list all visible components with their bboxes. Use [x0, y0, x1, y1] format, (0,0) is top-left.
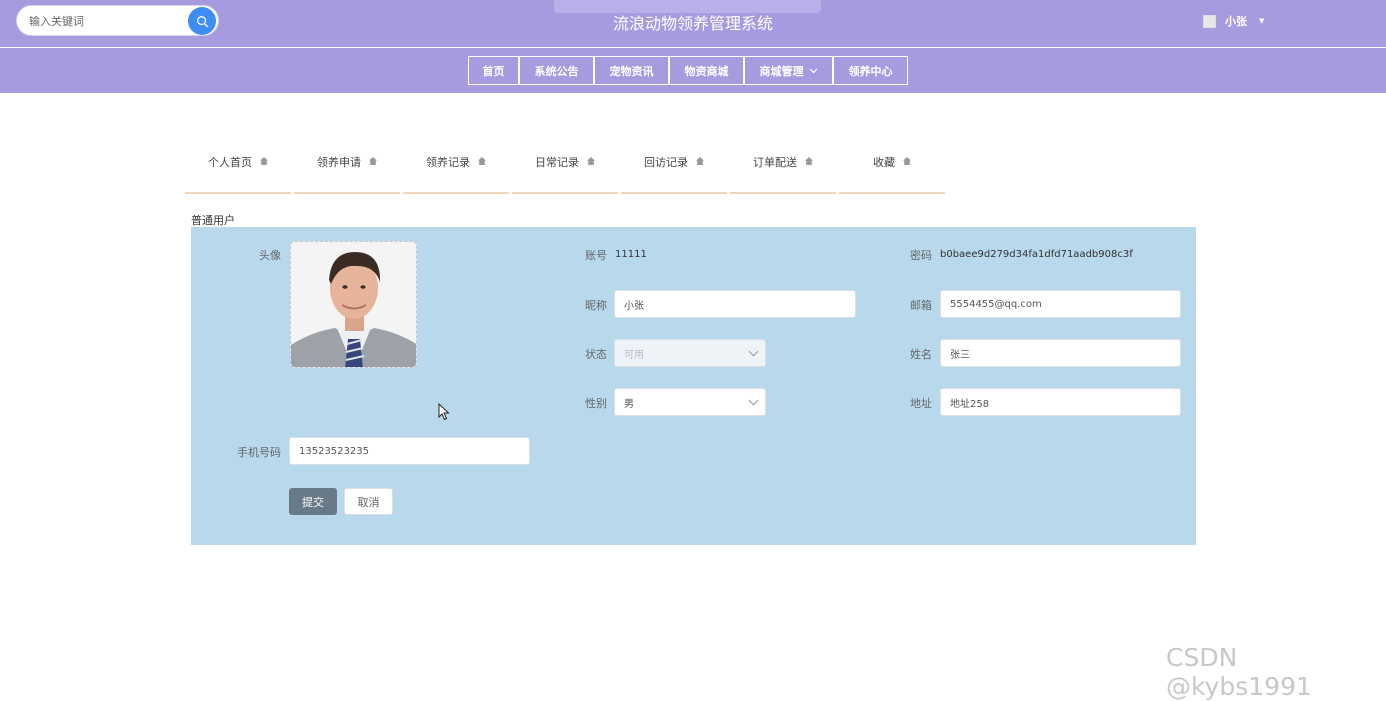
gender-select[interactable]: 男 [614, 388, 766, 416]
search-input[interactable] [29, 13, 189, 29]
status-label: 状态 [585, 348, 607, 361]
tab-personal-home[interactable]: 个人首页 [185, 150, 291, 194]
phone-label: 手机号码 [237, 446, 281, 459]
watermark: CSDN @kybs1991 [1166, 643, 1312, 701]
tab-daily-records[interactable]: 日常记录 [512, 150, 618, 194]
user-menu[interactable]: 小张 ▼ [1203, 12, 1264, 30]
name-label: 姓名 [910, 348, 932, 361]
tab-order-delivery[interactable]: 订单配送 [730, 150, 836, 194]
user-name: 小张 [1225, 15, 1247, 28]
nav-item-adoption-center[interactable]: 领养中心 [833, 56, 908, 85]
user-role-label: 普通用户 [191, 214, 235, 227]
nickname-label: 昵称 [585, 299, 607, 312]
submit-button[interactable]: 提交 [289, 488, 337, 515]
home-icon [903, 157, 911, 165]
account-value: 11111 [615, 249, 647, 260]
home-icon [696, 157, 704, 165]
home-icon [478, 157, 486, 165]
profile-tabs: 个人首页 领养申请 领养记录 日常记录 回访记录 订单配送 收藏 [185, 150, 948, 194]
address-label: 地址 [910, 397, 932, 410]
avatar-photo [291, 242, 416, 367]
nav-item-supplies-mall[interactable]: 物资商城 [669, 56, 744, 85]
tab-favorites[interactable]: 收藏 [839, 150, 945, 194]
nav-item-mall-management[interactable]: 商城管理 [744, 56, 833, 85]
search-button[interactable] [188, 7, 216, 35]
user-avatar [1203, 14, 1216, 28]
top-header: 流浪动物领养管理系统 小张 ▼ [0, 0, 1386, 47]
nickname-input[interactable] [614, 290, 856, 318]
nav-item-pet-news[interactable]: 宠物资讯 [594, 56, 669, 85]
profile-form: 头像 手机号码 提交 取消 账号 11111 昵称 状态 可用 性别 男 密码 [191, 227, 1196, 545]
search-icon [196, 15, 208, 27]
password-value: b0baee9d279d34fa1dfd71aadb908c3f [940, 249, 1133, 260]
avatar-label: 头像 [259, 249, 281, 262]
avatar-upload[interactable] [290, 241, 417, 368]
email-input[interactable] [940, 290, 1181, 318]
home-icon [587, 157, 595, 165]
nav-item-home[interactable]: 首页 [468, 56, 519, 85]
nav-menu: 首页 系统公告 宠物资讯 物资商城 商城管理 领养中心 [468, 56, 908, 85]
account-label: 账号 [585, 249, 607, 262]
main-navbar: 首页 系统公告 宠物资讯 物资商城 商城管理 领养中心 [0, 48, 1386, 93]
chevron-down-icon: ▼ [1259, 17, 1265, 25]
tab-adoption-records[interactable]: 领养记录 [403, 150, 509, 194]
chevron-down-icon [748, 395, 759, 406]
nav-item-announcements[interactable]: 系统公告 [519, 56, 594, 85]
mouse-cursor-icon [438, 403, 450, 421]
gender-label: 性别 [585, 397, 607, 410]
chevron-down-icon [748, 346, 759, 357]
cancel-button[interactable]: 取消 [344, 488, 393, 515]
phone-input[interactable] [289, 437, 530, 465]
home-icon [805, 157, 813, 165]
search-box [16, 5, 219, 36]
tab-visit-records[interactable]: 回访记录 [621, 150, 727, 194]
address-input[interactable] [940, 388, 1181, 416]
chevron-down-icon [809, 68, 817, 73]
home-icon [260, 157, 268, 165]
tab-adoption-apply[interactable]: 领养申请 [294, 150, 400, 194]
name-input[interactable] [940, 339, 1181, 367]
status-select: 可用 [614, 339, 766, 367]
home-icon [369, 157, 377, 165]
password-label: 密码 [910, 249, 932, 262]
email-label: 邮箱 [910, 299, 932, 312]
